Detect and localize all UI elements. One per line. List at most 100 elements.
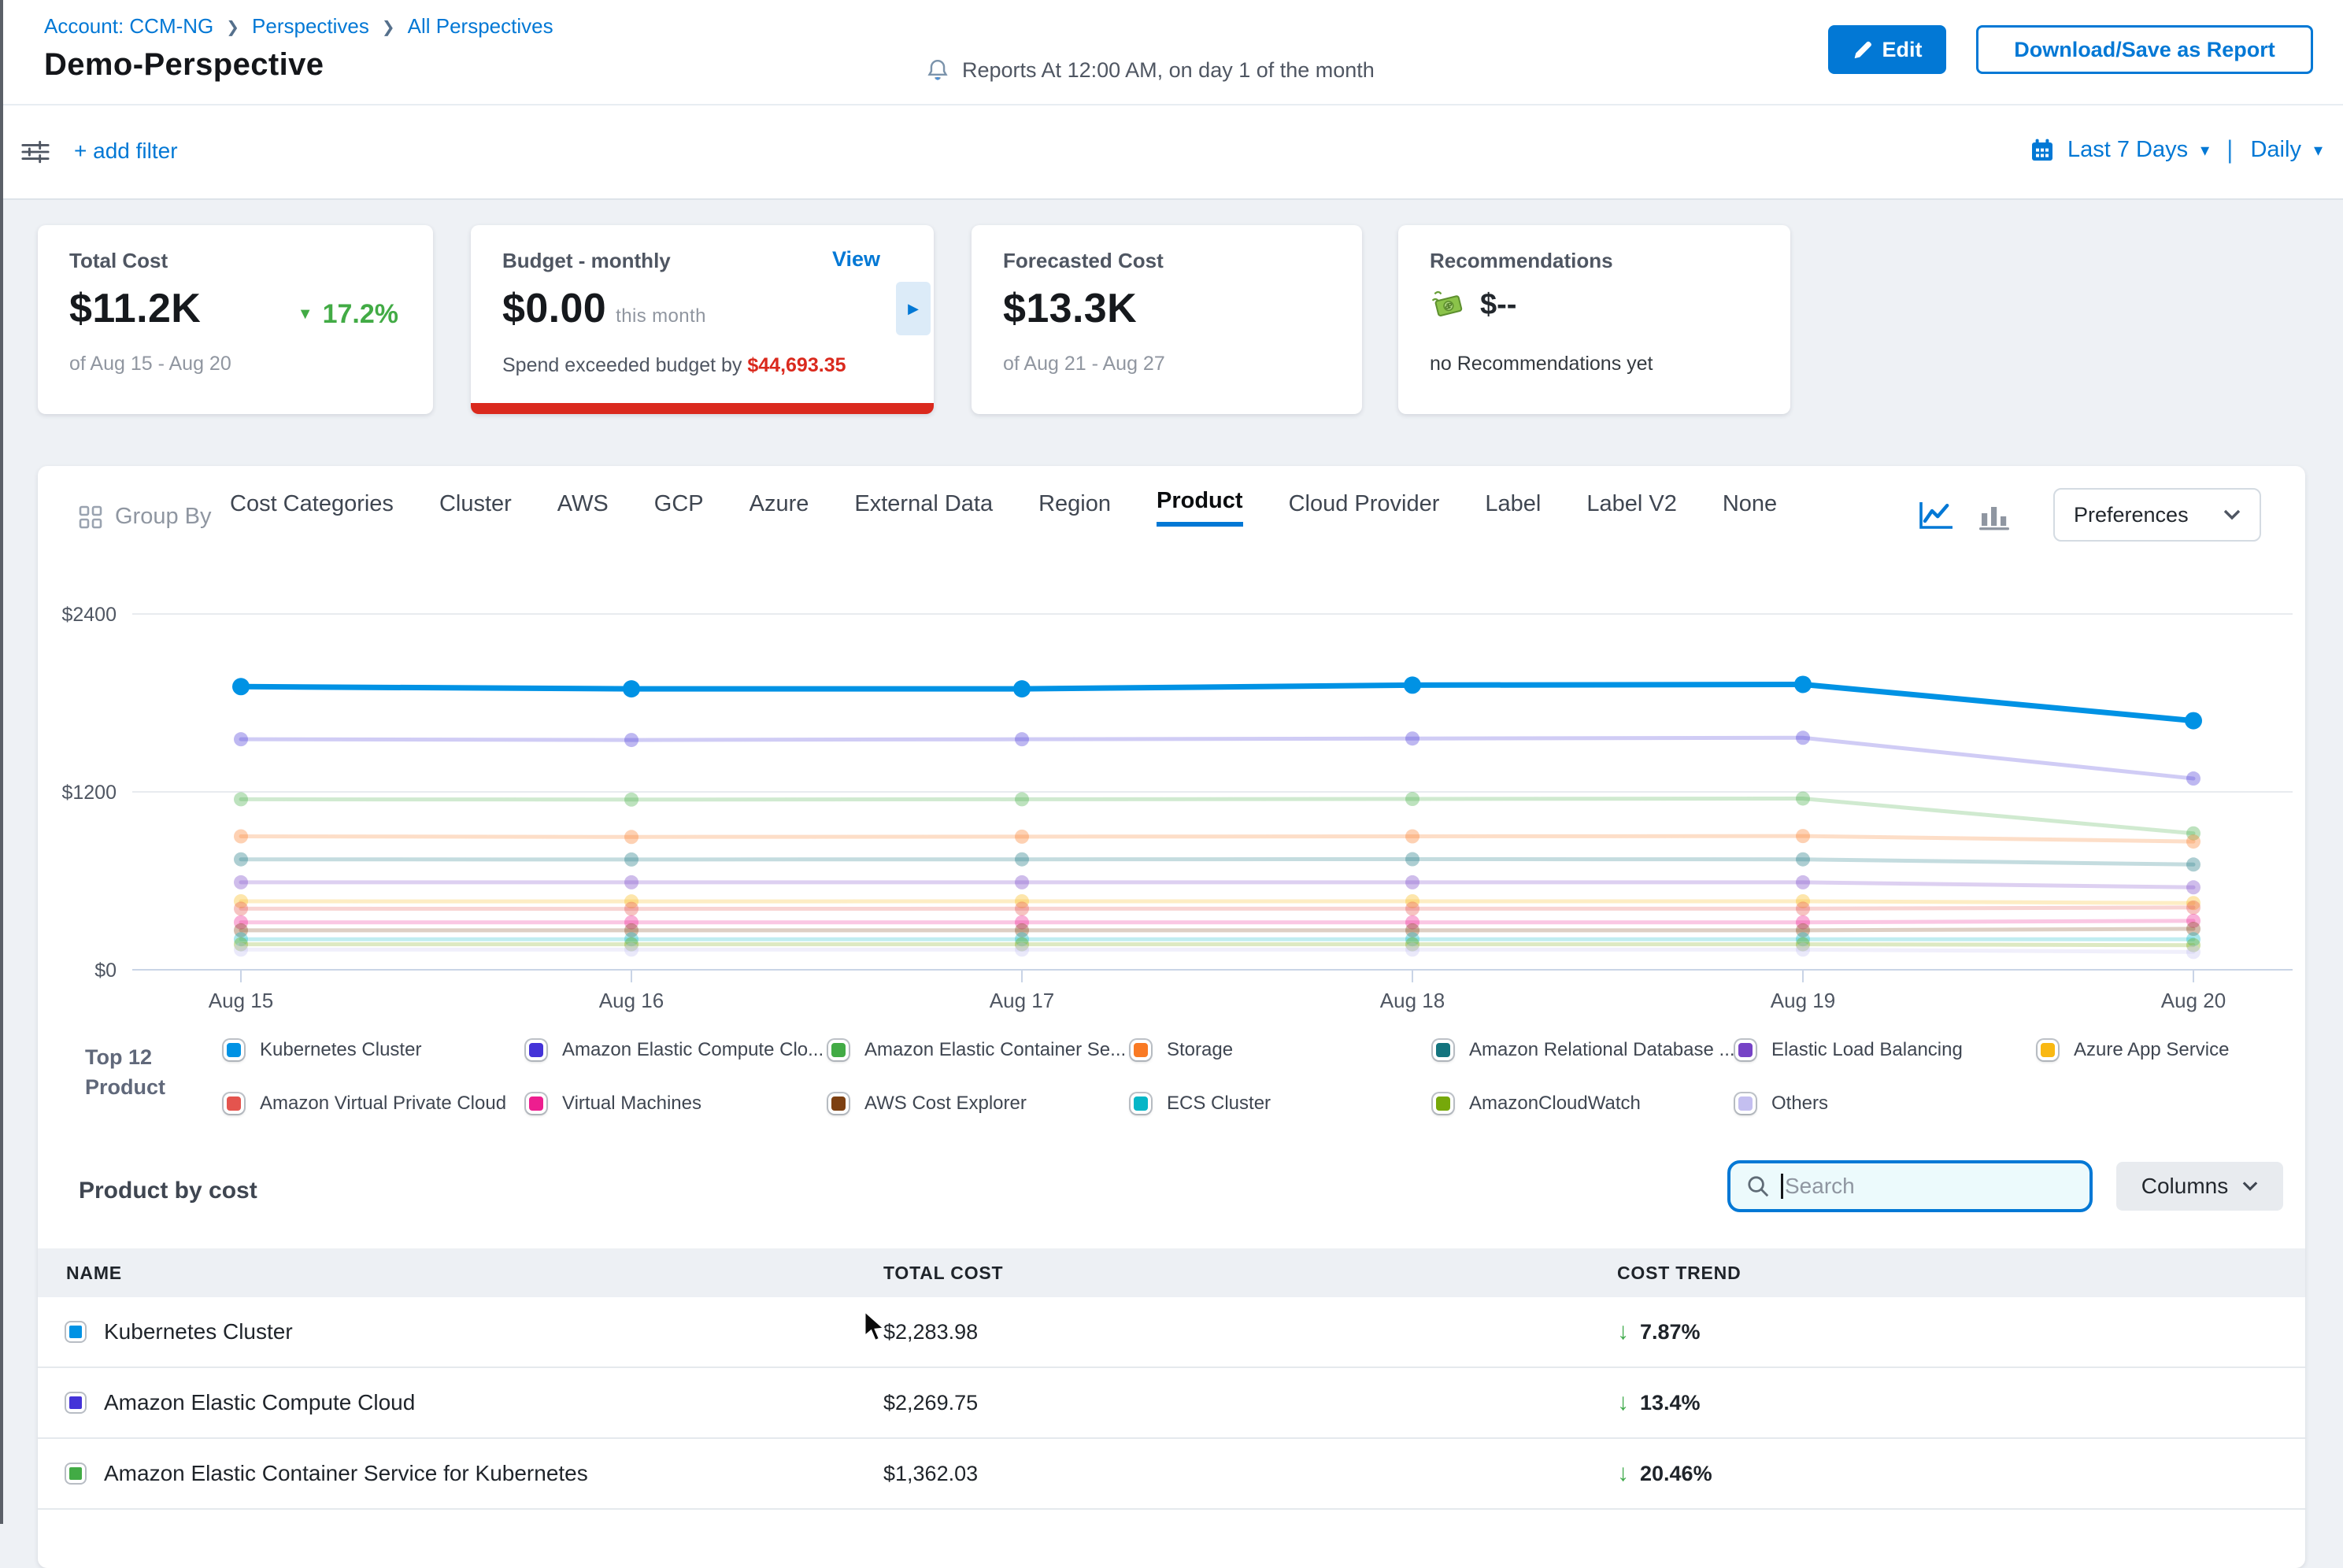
date-range-selector[interactable]: Last 7 Days ▾ xyxy=(2030,137,2209,163)
legend-item-ecs-cluster[interactable]: ECS Cluster xyxy=(1131,1086,1433,1121)
series-point-amazon-relational-database-service[interactable] xyxy=(1015,852,1029,867)
series-point-storage[interactable] xyxy=(1405,830,1419,844)
tab-azure[interactable]: Azure xyxy=(750,491,809,530)
series-point-amazon-elastic-compute-cloud[interactable] xyxy=(2186,771,2200,786)
series-point-elastic-load-balancing[interactable] xyxy=(1015,875,1029,889)
series-line-storage[interactable] xyxy=(241,836,2193,841)
legend-item-virtual-machines[interactable]: Virtual Machines xyxy=(526,1086,828,1121)
series-point-amazon-elastic-compute-cloud[interactable] xyxy=(624,733,638,747)
series-line-amazon-elastic-compute-cloud[interactable] xyxy=(241,738,2193,778)
series-point-elastic-load-balancing[interactable] xyxy=(1405,875,1419,889)
legend-item-aws-cost-explorer[interactable]: AWS Cost Explorer xyxy=(828,1086,1131,1121)
add-filter-button[interactable]: + add filter xyxy=(74,139,178,164)
series-line-azure-app-service[interactable] xyxy=(241,901,2193,903)
legend-item-amazoncloudwatch[interactable]: AmazonCloudWatch xyxy=(1433,1086,1735,1121)
series-point-amazon-virtual-private-cloud[interactable] xyxy=(624,902,638,916)
series-point-amazon-elastic-compute-cloud[interactable] xyxy=(1405,731,1419,745)
search-box[interactable] xyxy=(1727,1160,2093,1212)
budget-expand-button[interactable]: ▶ xyxy=(896,282,931,335)
table-row-kubernetes-cluster[interactable]: Kubernetes Cluster$2,283.98↓7.87% xyxy=(38,1297,2305,1368)
column-header-cost-trend[interactable]: COST TREND xyxy=(1617,1263,2305,1284)
legend-item-elastic-load-balancing[interactable]: Elastic Load Balancing xyxy=(1735,1033,2038,1067)
tab-product[interactable]: Product xyxy=(1157,488,1243,527)
series-line-others[interactable] xyxy=(241,949,2193,952)
legend-item-amazon-virtual-private-cloud[interactable]: Amazon Virtual Private Cloud xyxy=(224,1086,526,1121)
series-point-storage[interactable] xyxy=(234,830,248,844)
tab-region[interactable]: Region xyxy=(1038,491,1111,530)
tab-cluster[interactable]: Cluster xyxy=(439,491,512,530)
series-point-amazon-elastic-container-service-for-kubernetes[interactable] xyxy=(624,793,638,807)
series-point-storage[interactable] xyxy=(624,830,638,844)
series-point-amazon-virtual-private-cloud[interactable] xyxy=(1015,901,1029,915)
breadcrumb-account-link[interactable]: Account: CCM-NG xyxy=(44,14,213,39)
legend-item-kubernetes-cluster[interactable]: Kubernetes Cluster xyxy=(224,1033,526,1067)
series-point-kubernetes-cluster[interactable] xyxy=(623,680,640,697)
series-point-elastic-load-balancing[interactable] xyxy=(234,875,248,889)
legend-item-amazon-elastic-compute-clo[interactable]: Amazon Elastic Compute Clo... xyxy=(526,1033,828,1067)
series-line-amazon-relational-database-service[interactable] xyxy=(241,860,2193,865)
breadcrumb-perspectives-link[interactable]: Perspectives xyxy=(252,14,369,39)
series-point-amazon-virtual-private-cloud[interactable] xyxy=(2186,900,2200,915)
series-point-others[interactable] xyxy=(1015,942,1029,956)
series-point-amazon-relational-database-service[interactable] xyxy=(1405,852,1419,867)
legend-item-others[interactable]: Others xyxy=(1735,1086,2038,1121)
tab-label[interactable]: Label xyxy=(1485,491,1541,530)
series-point-others[interactable] xyxy=(1796,942,1810,956)
filter-sliders-icon[interactable] xyxy=(20,139,50,172)
tab-cloud-provider[interactable]: Cloud Provider xyxy=(1289,491,1440,530)
series-point-amazon-relational-database-service[interactable] xyxy=(624,852,638,867)
series-point-amazon-elastic-container-service-for-kubernetes[interactable] xyxy=(234,792,248,806)
legend-item-azure-app-service[interactable]: Azure App Service xyxy=(2038,1033,2340,1067)
series-point-amazon-relational-database-service[interactable] xyxy=(2186,857,2200,871)
series-point-kubernetes-cluster[interactable] xyxy=(2185,712,2202,730)
tab-gcp[interactable]: GCP xyxy=(654,491,704,530)
series-point-storage[interactable] xyxy=(1796,829,1810,843)
series-point-kubernetes-cluster[interactable] xyxy=(232,678,250,695)
series-point-amazon-elastic-compute-cloud[interactable] xyxy=(1796,730,1810,745)
series-point-storage[interactable] xyxy=(2186,834,2200,849)
tab-cost-categories[interactable]: Cost Categories xyxy=(230,491,394,530)
series-point-others[interactable] xyxy=(2186,945,2200,959)
series-line-kubernetes-cluster[interactable] xyxy=(241,684,2193,720)
legend-item-amazon-relational-database[interactable]: Amazon Relational Database ... xyxy=(1433,1033,1735,1067)
download-save-report-button[interactable]: Download/Save as Report xyxy=(1976,25,2313,74)
breadcrumb-all-perspectives-link[interactable]: All Perspectives xyxy=(408,14,553,39)
columns-dropdown[interactable]: Columns xyxy=(2116,1162,2283,1211)
tab-none[interactable]: None xyxy=(1723,491,1777,530)
series-point-amazon-elastic-container-service-for-kubernetes[interactable] xyxy=(1405,792,1419,806)
series-point-others[interactable] xyxy=(234,942,248,956)
series-line-elastic-load-balancing[interactable] xyxy=(241,882,2193,887)
line-chart-icon[interactable] xyxy=(1918,501,1954,537)
table-row-amazon-elastic-container-service-for-kubernetes[interactable]: Amazon Elastic Container Service for Kub… xyxy=(38,1439,2305,1510)
cost-line-chart[interactable]: $0$1200$2400Aug 15Aug 16Aug 17Aug 18Aug … xyxy=(38,586,2305,1020)
edit-button[interactable]: Edit xyxy=(1828,25,1946,74)
table-row-amazon-elastic-compute-cloud[interactable]: Amazon Elastic Compute Cloud$2,269.75↓13… xyxy=(38,1368,2305,1439)
series-point-amazon-elastic-compute-cloud[interactable] xyxy=(234,732,248,746)
series-point-amazon-relational-database-service[interactable] xyxy=(234,852,248,867)
series-point-others[interactable] xyxy=(624,942,638,956)
series-line-amazon-elastic-container-service-for-kubernetes[interactable] xyxy=(241,798,2193,833)
search-input[interactable] xyxy=(1785,1174,2052,1199)
legend-item-amazon-elastic-container-se[interactable]: Amazon Elastic Container Se... xyxy=(828,1033,1131,1067)
tab-external-data[interactable]: External Data xyxy=(854,491,993,530)
bar-chart-icon[interactable] xyxy=(1979,501,2009,537)
series-line-virtual-machines[interactable] xyxy=(241,921,2193,923)
series-point-kubernetes-cluster[interactable] xyxy=(1794,675,1812,693)
series-point-amazon-elastic-container-service-for-kubernetes[interactable] xyxy=(1796,791,1810,805)
series-point-amazon-virtual-private-cloud[interactable] xyxy=(1796,901,1810,915)
preferences-dropdown[interactable]: Preferences xyxy=(2053,488,2261,542)
series-point-kubernetes-cluster[interactable] xyxy=(1404,676,1421,693)
series-point-storage[interactable] xyxy=(1015,830,1029,844)
series-point-kubernetes-cluster[interactable] xyxy=(1013,680,1031,697)
granularity-selector[interactable]: Daily ▾ xyxy=(2250,137,2323,163)
series-point-amazon-elastic-container-service-for-kubernetes[interactable] xyxy=(1015,792,1029,806)
series-point-others[interactable] xyxy=(1405,942,1419,956)
budget-view-link[interactable]: View xyxy=(832,247,880,272)
series-line-aws-cost-explorer[interactable] xyxy=(241,929,2193,930)
tab-aws[interactable]: AWS xyxy=(557,491,609,530)
series-point-elastic-load-balancing[interactable] xyxy=(1796,875,1810,889)
series-point-elastic-load-balancing[interactable] xyxy=(2186,880,2200,894)
series-line-amazon-virtual-private-cloud[interactable] xyxy=(241,908,2193,909)
series-point-elastic-load-balancing[interactable] xyxy=(624,875,638,889)
series-point-amazon-virtual-private-cloud[interactable] xyxy=(1405,901,1419,915)
